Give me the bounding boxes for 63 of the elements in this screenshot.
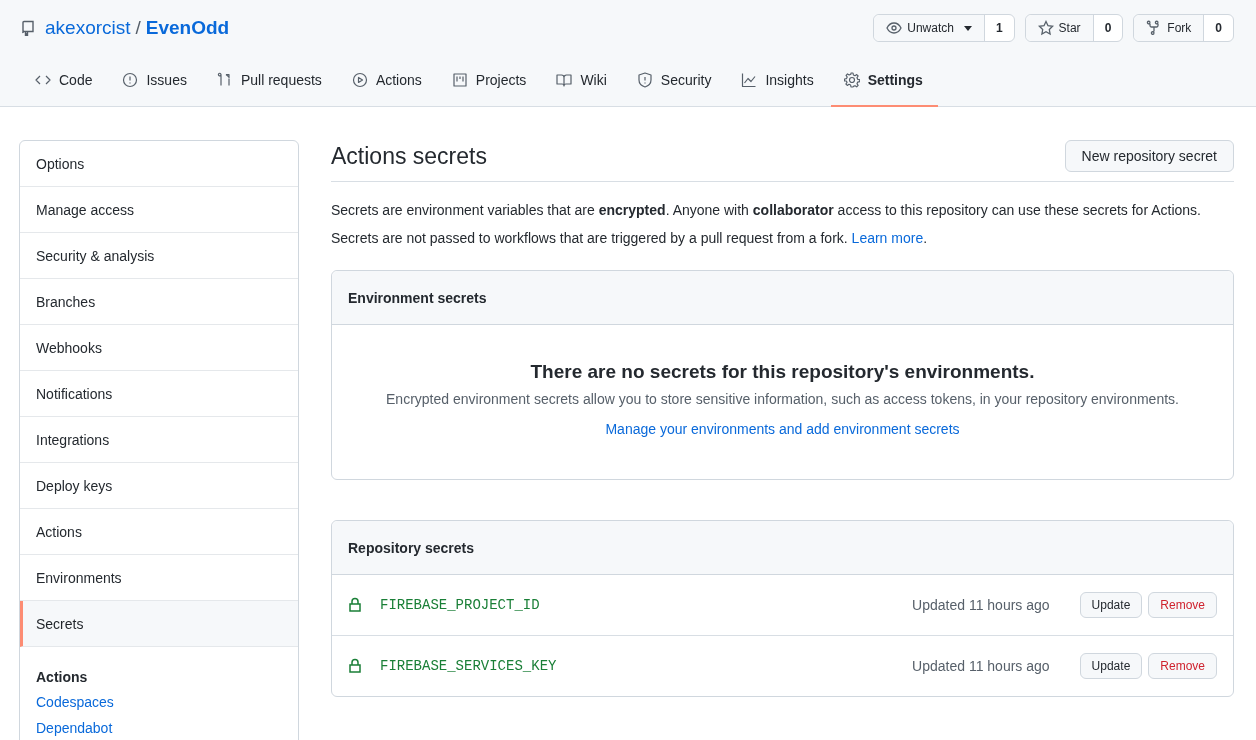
menu-item[interactable]: Manage access: [20, 187, 298, 233]
empty-state-text: Encrypted environment secrets allow you to store sensitive information, such as access tokens, in your repository environments.: [385, 391, 1180, 407]
secret-name: FIREBASE_PROJECT_ID: [380, 597, 541, 613]
panel-title: Environment secrets: [348, 289, 487, 306]
lock-icon: [348, 658, 362, 674]
count-link[interactable]: 0: [1093, 15, 1123, 41]
note-text: Secrets are not passed to workflows that are triggered by a pull request from a fork. Learn more.: [331, 230, 929, 246]
repo-tab[interactable]: Insights: [728, 55, 829, 107]
learn-more-link[interactable]: Learn more: [851, 230, 924, 246]
menu-item[interactable]: Secrets: [20, 601, 298, 647]
new-secret-button[interactable]: New repository secret: [1064, 140, 1234, 172]
issue-icon: [122, 72, 139, 88]
update-button[interactable]: Update: [1079, 653, 1143, 679]
empty-state-title: There are no secrets for this repository's environments.: [529, 361, 1036, 383]
update-button[interactable]: Update: [1079, 592, 1143, 618]
updated-time: Updated 11 hours ago: [912, 658, 1050, 674]
menu-item[interactable]: Security & analysis: [20, 233, 298, 279]
secret-name: FIREBASE_SERVICES_KEY: [380, 658, 558, 674]
menu-item[interactable]: Options: [20, 141, 298, 187]
updated-time: Updated 11 hours ago: [912, 597, 1050, 613]
lock-icon: [348, 597, 362, 613]
repo-tab[interactable]: Projects: [438, 55, 542, 107]
menu-item[interactable]: Actions: [20, 509, 298, 555]
repo-action-button[interactable]: Unwatch: [874, 15, 985, 41]
play-icon: [351, 72, 368, 88]
repo-owner-link[interactable]: akexorcist: [45, 17, 131, 39]
star-icon: [1037, 20, 1054, 36]
remove-button[interactable]: Remove: [1148, 653, 1217, 679]
project-board-icon: [451, 72, 468, 88]
menu-section-title: Actions: [36, 669, 89, 685]
page-title: Actions secrets: [331, 142, 487, 170]
repo-tab[interactable]: Code: [22, 55, 108, 107]
pull-request-icon: [216, 72, 233, 88]
book-icon: [556, 72, 573, 88]
menu-item[interactable]: Deploy keys: [20, 463, 298, 509]
repo-tab[interactable]: Pull requests: [203, 55, 337, 107]
count-link[interactable]: 0: [1204, 15, 1233, 41]
menu-link[interactable]: Codespaces: [36, 694, 282, 710]
graph-icon: [741, 72, 758, 88]
repo-action-button[interactable]: Fork: [1134, 15, 1205, 41]
menu-item[interactable]: Branches: [20, 279, 298, 325]
path-separator: /: [135, 17, 141, 39]
repo-tab[interactable]: Actions: [338, 55, 437, 107]
repo-tab[interactable]: Security: [623, 55, 727, 107]
menu-item[interactable]: Webhooks: [20, 325, 298, 371]
menu-item[interactable]: Integrations: [20, 417, 298, 463]
repo-tab[interactable]: Issues: [109, 55, 202, 107]
repo-tab[interactable]: Settings: [830, 55, 938, 107]
menu-item[interactable]: Notifications: [20, 371, 298, 417]
remove-button[interactable]: Remove: [1148, 592, 1217, 618]
manage-environments-link[interactable]: Manage your environments and add environment secrets: [605, 421, 960, 437]
caret-icon: [963, 25, 972, 31]
eye-icon: [886, 20, 903, 36]
repo-name-link[interactable]: EvenOdd: [145, 17, 230, 39]
repo-tab[interactable]: Wiki: [543, 55, 622, 107]
panel-title: Repository secrets: [348, 539, 475, 556]
settings-icon: [843, 72, 860, 88]
description-text: Secrets are environment variables that are encrypted. Anyone with collaborator access to this repository can use these secrets for Actions.: [331, 202, 1202, 218]
menu-link[interactable]: Dependabot: [36, 720, 282, 736]
repo-action-button[interactable]: Star: [1025, 15, 1094, 41]
repository-icon: [20, 20, 36, 36]
shield-icon: [636, 72, 653, 88]
count-link[interactable]: 1: [984, 15, 1014, 41]
